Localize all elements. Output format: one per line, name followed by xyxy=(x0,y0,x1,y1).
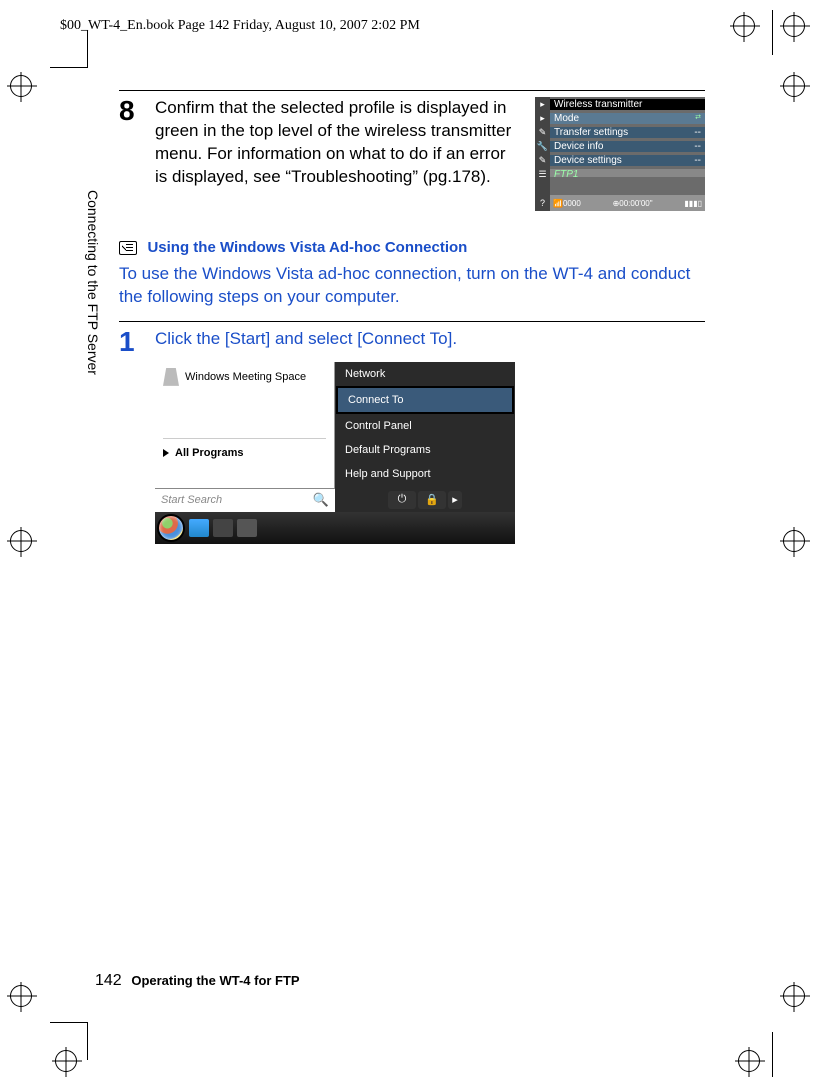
camera-menu-item: Mode ⇄ xyxy=(550,113,705,124)
start-menu-item-default-programs[interactable]: Default Programs xyxy=(335,438,515,462)
note-section: Using the Windows Vista Ad-hoc Connectio… xyxy=(119,239,705,309)
status-left: 0000 xyxy=(563,199,581,208)
registration-mark xyxy=(783,15,805,37)
registration-mark xyxy=(783,75,805,97)
camera-menu-title: Wireless transmitter xyxy=(550,99,705,110)
taskbar-item-icon[interactable] xyxy=(213,519,233,537)
camera-pencil-icon: ✎ xyxy=(535,125,550,139)
status-right: 00:00'00" xyxy=(619,199,652,208)
start-menu-item-network[interactable]: Network xyxy=(335,362,515,386)
registration-mark xyxy=(10,530,32,552)
camera-menu-value: -- xyxy=(694,127,701,138)
start-menu-item[interactable]: Windows Meeting Space xyxy=(155,366,334,388)
signal-icon: ⇄ xyxy=(695,113,701,124)
vista-start-menu-screenshot: Windows Meeting Space All Programs Netwo… xyxy=(155,362,515,512)
camera-status-bar: 📶0000 ⊕00:00'00" ▮▮▮▯ xyxy=(550,195,705,211)
step-8: 8 Confirm that the selected profile is d… xyxy=(119,97,705,211)
start-button[interactable] xyxy=(157,514,185,542)
start-menu-item-connect-to[interactable]: Connect To xyxy=(336,386,514,414)
crop-mark xyxy=(772,10,773,55)
step-text: Confirm that the selected profile is dis… xyxy=(155,97,521,189)
camera-wrench-icon: 🔧 xyxy=(535,139,550,153)
start-menu-item-help[interactable]: Help and Support xyxy=(335,462,515,486)
all-programs-label: All Programs xyxy=(175,447,243,459)
divider xyxy=(119,321,705,322)
registration-mark xyxy=(10,985,32,1007)
power-button[interactable]: ⏻ xyxy=(388,491,416,509)
taskbar-item-icon[interactable] xyxy=(237,519,257,537)
meeting-space-icon xyxy=(163,368,179,386)
search-icon: 🔍 xyxy=(313,492,329,508)
step-1: 1 Click the [Start] and select [Connect … xyxy=(119,328,705,356)
side-section-label: Connecting to the FTP Server xyxy=(85,190,101,375)
start-menu-item-control-panel[interactable]: Control Panel xyxy=(335,414,515,438)
camera-menu-screenshot: ▸ Wireless transmitter ▸ Mode ⇄ ✎ Transf… xyxy=(535,97,705,211)
start-search-input[interactable]: Start Search 🔍 xyxy=(155,488,335,512)
step-number: 1 xyxy=(119,328,143,356)
camera-menu-item: Device info -- xyxy=(550,141,705,152)
page-number: 142 xyxy=(95,972,122,989)
camera-menu-item: Device settings -- xyxy=(550,155,705,166)
camera-menu-label: Transfer settings xyxy=(554,127,628,138)
note-title: Using the Windows Vista Ad-hoc Connectio… xyxy=(147,239,467,256)
step-text: Click the [Start] and select [Connect To… xyxy=(155,328,705,356)
camera-menu-value: -- xyxy=(694,155,701,166)
registration-mark xyxy=(783,530,805,552)
start-menu-label: Windows Meeting Space xyxy=(185,371,306,383)
note-icon xyxy=(119,241,137,255)
camera-shoot-icon: ▸ xyxy=(535,97,550,111)
step-number: 8 xyxy=(119,97,143,211)
divider xyxy=(163,438,326,439)
registration-mark xyxy=(738,1050,760,1072)
crop-mark xyxy=(50,30,88,68)
taskbar-ie-icon[interactable] xyxy=(189,519,209,537)
search-placeholder: Start Search xyxy=(161,494,222,506)
divider xyxy=(119,90,705,91)
start-menu-right-pane: Network Connect To Control Panel Default… xyxy=(335,362,515,488)
page-footer: 142 Operating the WT-4 for FTP xyxy=(95,972,300,990)
camera-menu-label: Device settings xyxy=(554,155,622,166)
battery-icon: ▮▮▮▯ xyxy=(684,199,702,208)
camera-retouch-icon: ✎ xyxy=(535,153,550,167)
camera-help-icon: ? xyxy=(535,195,550,211)
camera-menu-value: -- xyxy=(694,141,701,152)
crop-mark xyxy=(50,1022,88,1060)
registration-mark xyxy=(733,15,755,37)
note-text: To use the Windows Vista ad-hoc connecti… xyxy=(119,263,705,309)
lock-button[interactable]: 🔒 xyxy=(418,491,446,509)
camera-menu-label: Mode xyxy=(554,113,579,124)
print-header: $00_WT-4_En.book Page 142 Friday, August… xyxy=(60,18,420,34)
taskbar xyxy=(155,512,515,544)
arrow-right-icon xyxy=(163,449,169,457)
crop-mark xyxy=(772,1032,773,1077)
camera-blank-icon xyxy=(535,181,550,195)
camera-my-menu-icon: ☰ xyxy=(535,167,550,181)
registration-mark xyxy=(783,985,805,1007)
camera-menu-label: Device info xyxy=(554,141,603,152)
registration-mark xyxy=(10,75,32,97)
camera-play-icon: ▸ xyxy=(535,111,550,125)
power-buttons: ⏻ 🔒 ▸ xyxy=(335,488,515,512)
footer-title: Operating the WT-4 for FTP xyxy=(131,973,299,988)
all-programs-button[interactable]: All Programs xyxy=(155,443,334,463)
shutdown-menu-button[interactable]: ▸ xyxy=(448,491,462,509)
start-menu-left-pane: Windows Meeting Space All Programs xyxy=(155,362,335,488)
camera-menu-item: Transfer settings -- xyxy=(550,127,705,138)
